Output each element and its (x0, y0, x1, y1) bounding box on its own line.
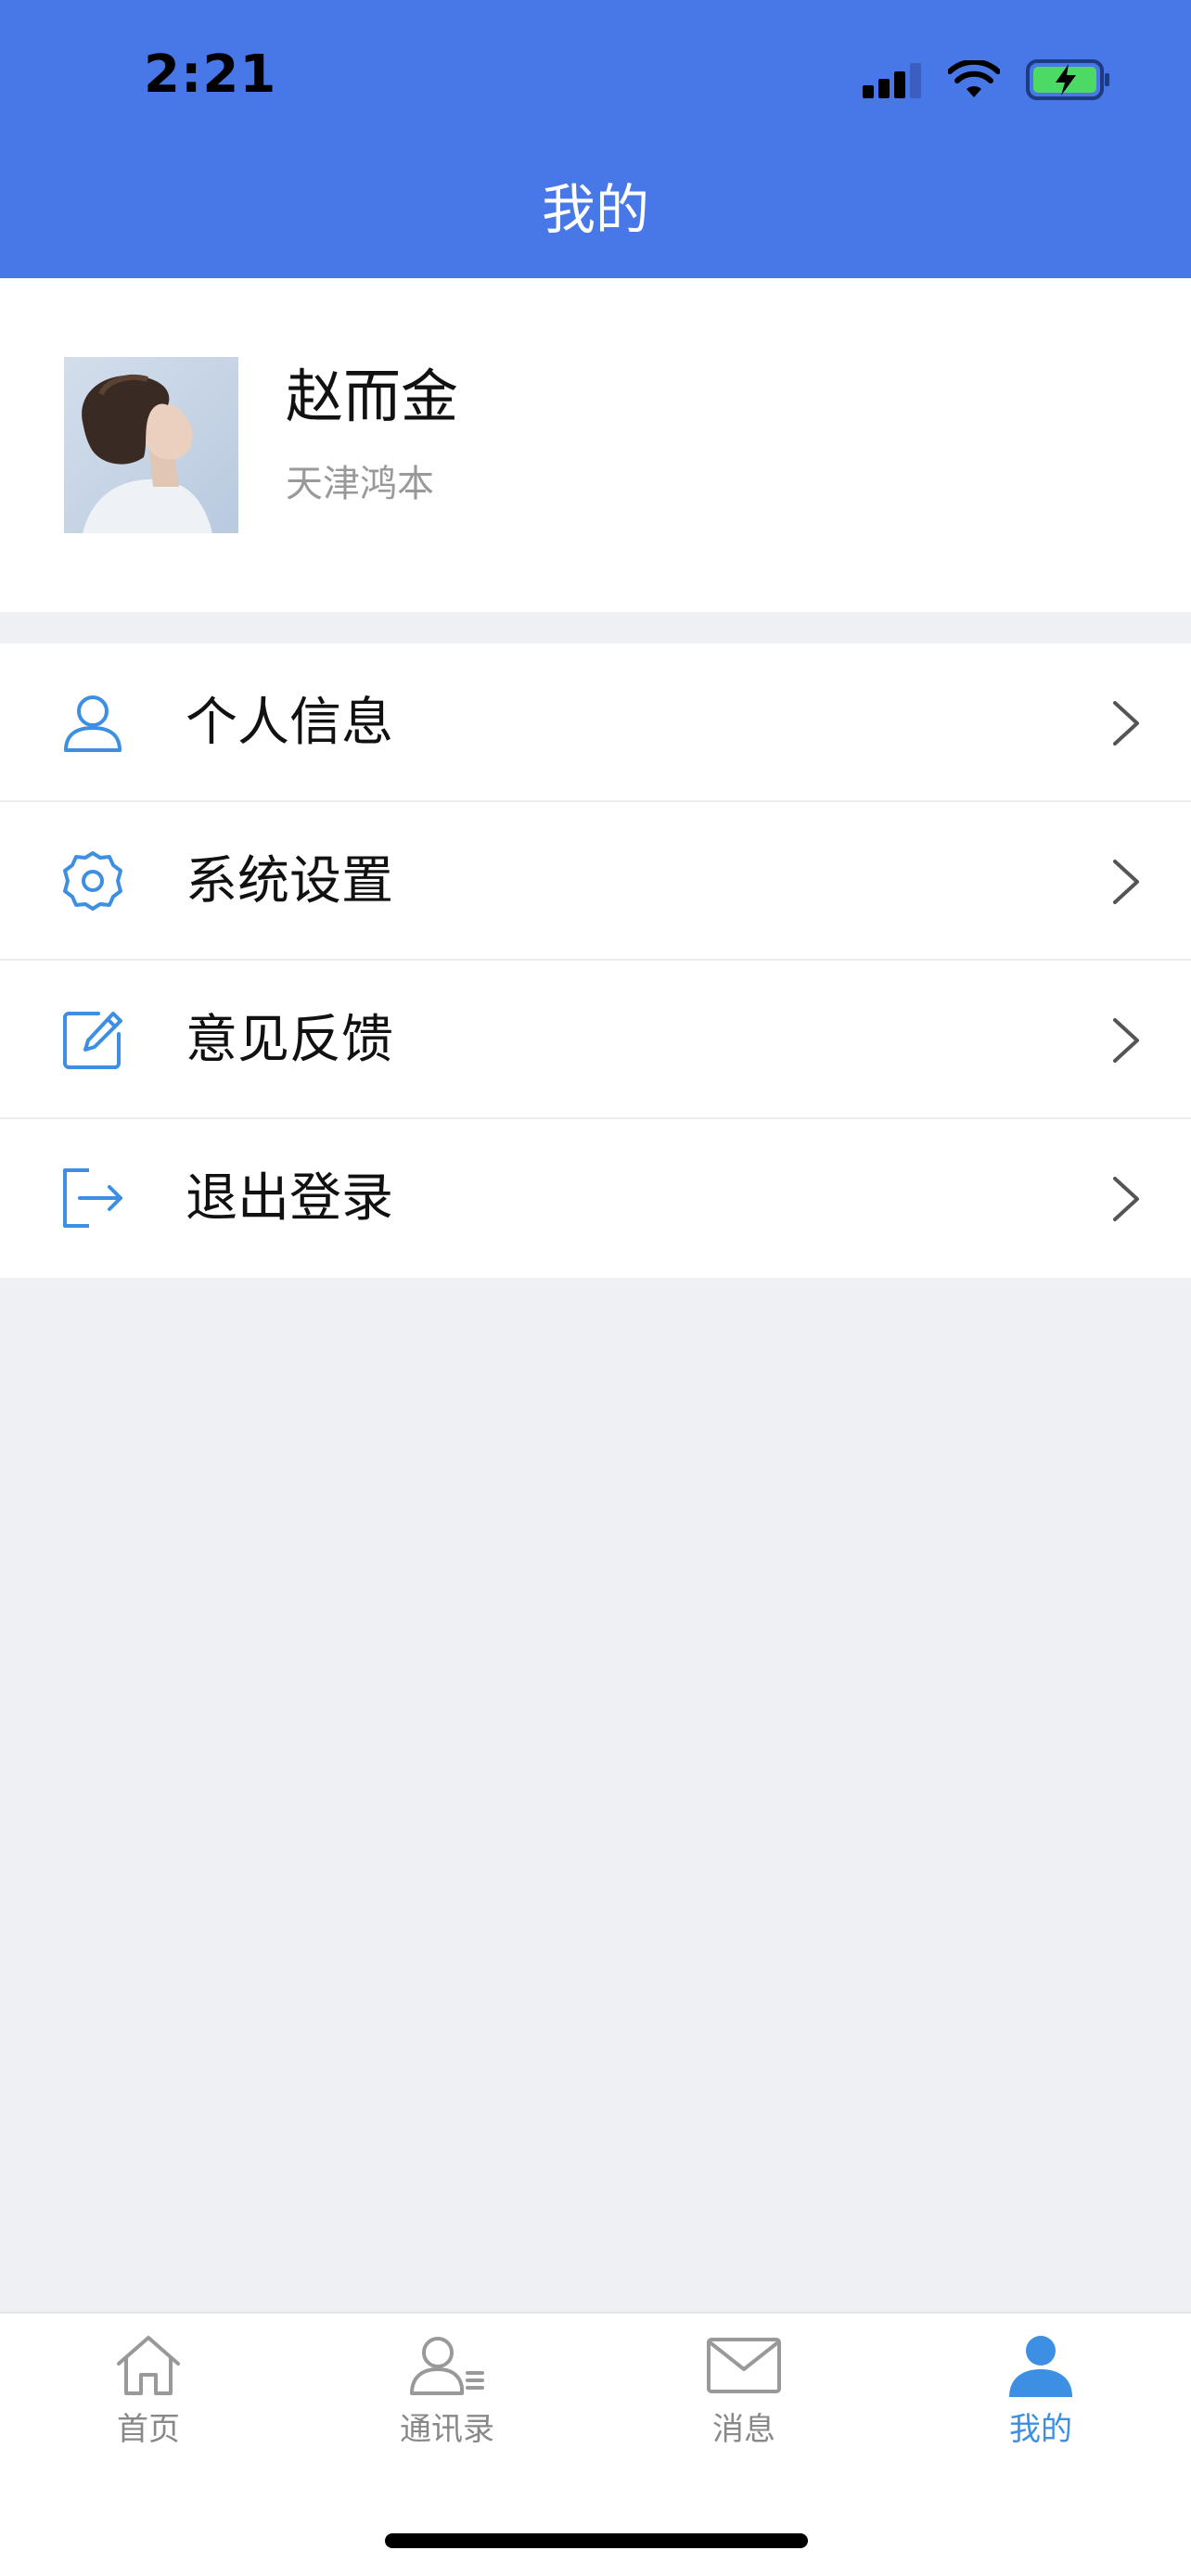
logout-icon (63, 1168, 122, 1228)
wifi-icon (948, 60, 1000, 97)
menu-item-personal-info[interactable]: 个人信息 (0, 644, 1191, 802)
contacts-icon (410, 2337, 484, 2395)
menu-item-logout[interactable]: 退出登录 (0, 1119, 1191, 1278)
user-icon (64, 695, 122, 752)
avatar[interactable] (64, 357, 238, 533)
tab-home[interactable]: 首页 (56, 2332, 241, 2480)
menu-item-system-settings[interactable]: 系统设置 (0, 802, 1191, 961)
chevron-right-icon (1113, 1018, 1139, 1063)
edit-icon (63, 1012, 122, 1069)
profile-card[interactable]: 赵而金 天津鸿本 (0, 278, 1191, 612)
status-icons (863, 54, 1111, 106)
user-name: 赵而金 (286, 363, 459, 430)
menu-label: 意见反馈 (186, 1010, 393, 1070)
mail-icon (707, 2338, 781, 2393)
cellular-signal-icon (863, 63, 921, 98)
battery-charging-icon (1026, 59, 1109, 100)
avatar-image (64, 357, 238, 533)
settings-menu: 个人信息 系统设置 意见反馈 退出登录 (0, 644, 1191, 1278)
home-indicator (385, 2533, 808, 2548)
tab-label: 我的 (1009, 2411, 1072, 2448)
menu-label: 退出登录 (186, 1168, 393, 1229)
home-icon (117, 2336, 180, 2395)
tab-messages[interactable]: 消息 (651, 2332, 837, 2480)
tab-label: 消息 (712, 2411, 775, 2448)
page-title: 我的 (541, 178, 649, 241)
tab-label: 首页 (117, 2411, 180, 2448)
user-filled-icon (1009, 2336, 1072, 2397)
user-company: 天津鸿本 (286, 463, 434, 505)
chevron-right-icon (1113, 701, 1139, 746)
tab-label: 通讯录 (400, 2411, 494, 2448)
menu-item-feedback[interactable]: 意见反馈 (0, 961, 1191, 1119)
chevron-right-icon (1113, 860, 1139, 904)
tab-contacts[interactable]: 通讯录 (354, 2332, 540, 2480)
menu-label: 个人信息 (186, 693, 393, 753)
gear-icon (63, 851, 122, 911)
app-header: 2:21 我的 (0, 0, 1191, 278)
tab-mine[interactable]: 我的 (948, 2332, 1133, 2480)
menu-label: 系统设置 (186, 851, 393, 912)
chevron-right-icon (1113, 1177, 1139, 1221)
status-time: 2:21 (144, 45, 277, 105)
